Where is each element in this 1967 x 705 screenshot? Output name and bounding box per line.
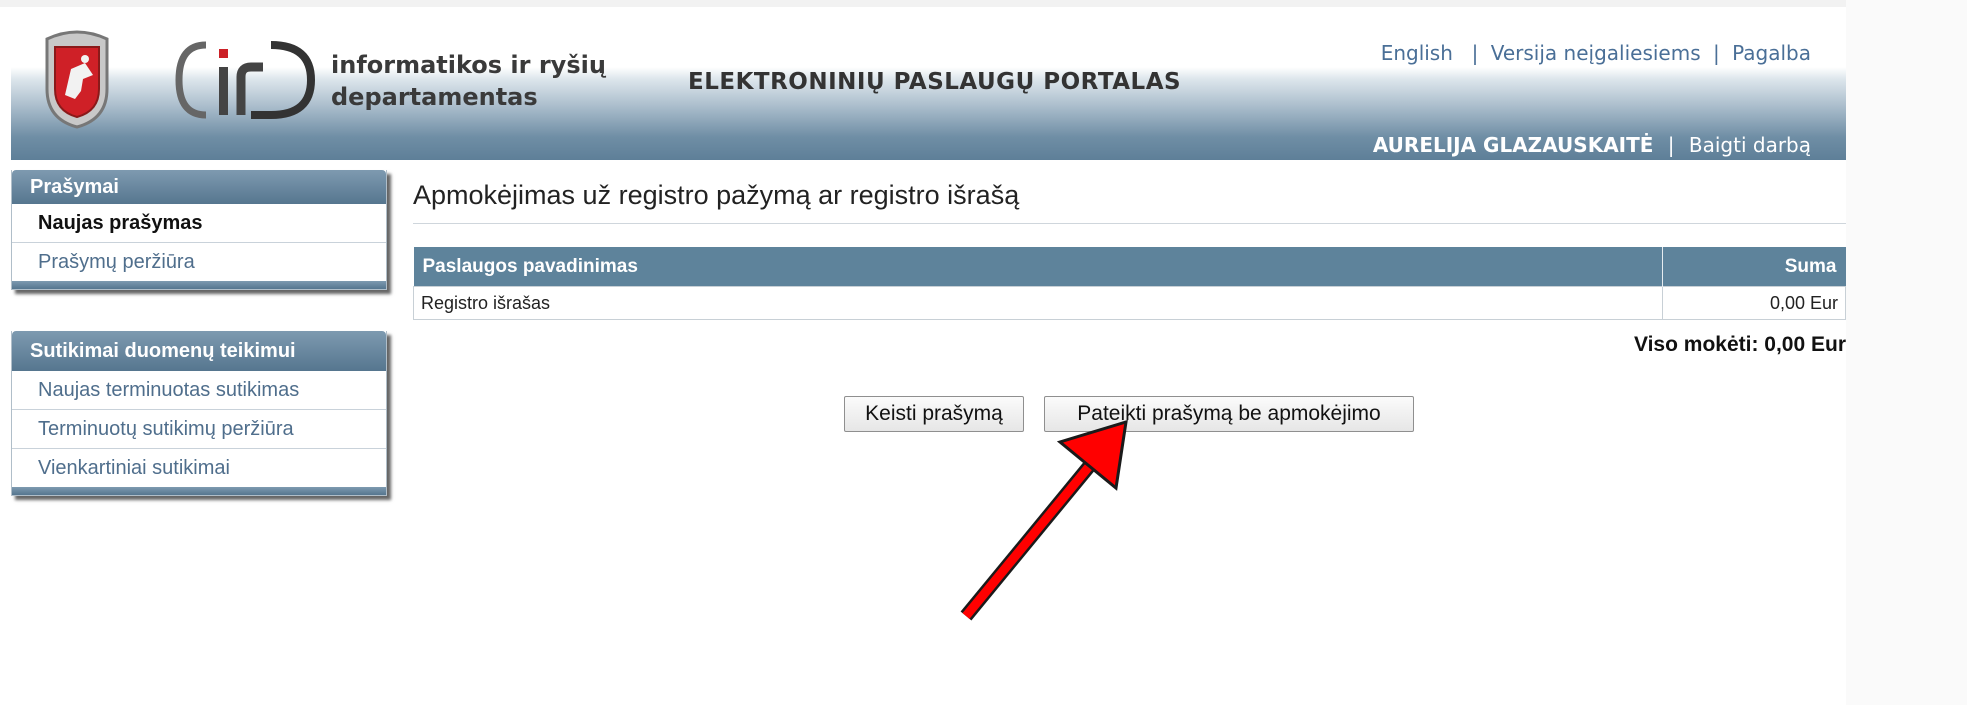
top-links: English | Versija neįgaliesiems | Pagalb… (1381, 41, 1811, 65)
service-name-cell: Registro išrašas (413, 286, 1663, 320)
ird-logo (175, 41, 316, 119)
column-header-sum: Suma (1661, 247, 1846, 287)
sidebar-item-new-term-consent[interactable]: Naujas terminuotas sutikimas (12, 371, 386, 410)
separator: | (1667, 133, 1675, 157)
menu-footer-bar (12, 281, 386, 289)
sidebar-item-request-review[interactable]: Prašymų peržiūra (12, 243, 386, 281)
right-margin (1846, 0, 1967, 705)
org-name-line1: informatikos ir ryšių (331, 51, 606, 79)
logout-link[interactable]: Baigti darbą (1689, 133, 1811, 157)
user-line: AURELIJA GLAZAUSKAITĖ | Baigti darbą (1373, 133, 1811, 157)
english-link[interactable]: English (1381, 41, 1453, 65)
total-due: Viso mokėti: 0,00 Eur (1633, 333, 1846, 356)
separator: | (1713, 41, 1720, 65)
consents-menu-title: Sutikimai duomenų teikimui (12, 331, 386, 371)
consents-menu: Sutikimai duomenų teikimui Naujas termin… (11, 331, 387, 496)
org-name: informatikos ir ryšių departamentas (331, 49, 611, 113)
column-header-service-name: Paslaugos pavadinimas (413, 247, 1662, 287)
help-link[interactable]: Pagalba (1732, 41, 1811, 65)
table-header-row: Paslaugos pavadinimas Suma (413, 247, 1846, 287)
coat-of-arms-logo (45, 30, 109, 129)
requests-menu: Prašymai Naujas prašymas Prašymų peržiūr… (11, 170, 387, 290)
requests-menu-title: Prašymai (12, 170, 386, 204)
table-row: Registro išrašas 0,00 Eur (413, 286, 1846, 320)
separator: | (1465, 41, 1479, 65)
page-title: Apmokėjimas už registro pažymą ar regist… (413, 180, 1846, 224)
red-arrow-annotation (960, 419, 1128, 621)
sidebar-item-one-time-consents[interactable]: Vienkartiniai sutikimai (12, 449, 386, 487)
top-strip (0, 0, 1967, 7)
service-sum-cell: 0,00 Eur (1661, 286, 1846, 320)
org-name-line2: departamentas (331, 83, 538, 111)
site-header: informatikos ir ryšių departamentas ELEK… (11, 7, 1846, 160)
sidebar-item-term-consent-review[interactable]: Terminuotų sutikimų peržiūra (12, 410, 386, 449)
portal-title: ELEKTRONINIŲ PASLAUGŲ PORTALAS (688, 69, 1182, 95)
main-content: Apmokėjimas už registro pažymą ar regist… (413, 180, 1846, 432)
sidebar-item-new-request[interactable]: Naujas prašymas (12, 204, 386, 243)
menu-footer-bar (12, 487, 386, 495)
user-name: AURELIJA GLAZAUSKAITĖ (1372, 133, 1654, 157)
accessible-version-link[interactable]: Versija neįgaliesiems (1491, 41, 1701, 65)
services-table: Paslaugos pavadinimas Suma Registro išra… (413, 247, 1846, 320)
